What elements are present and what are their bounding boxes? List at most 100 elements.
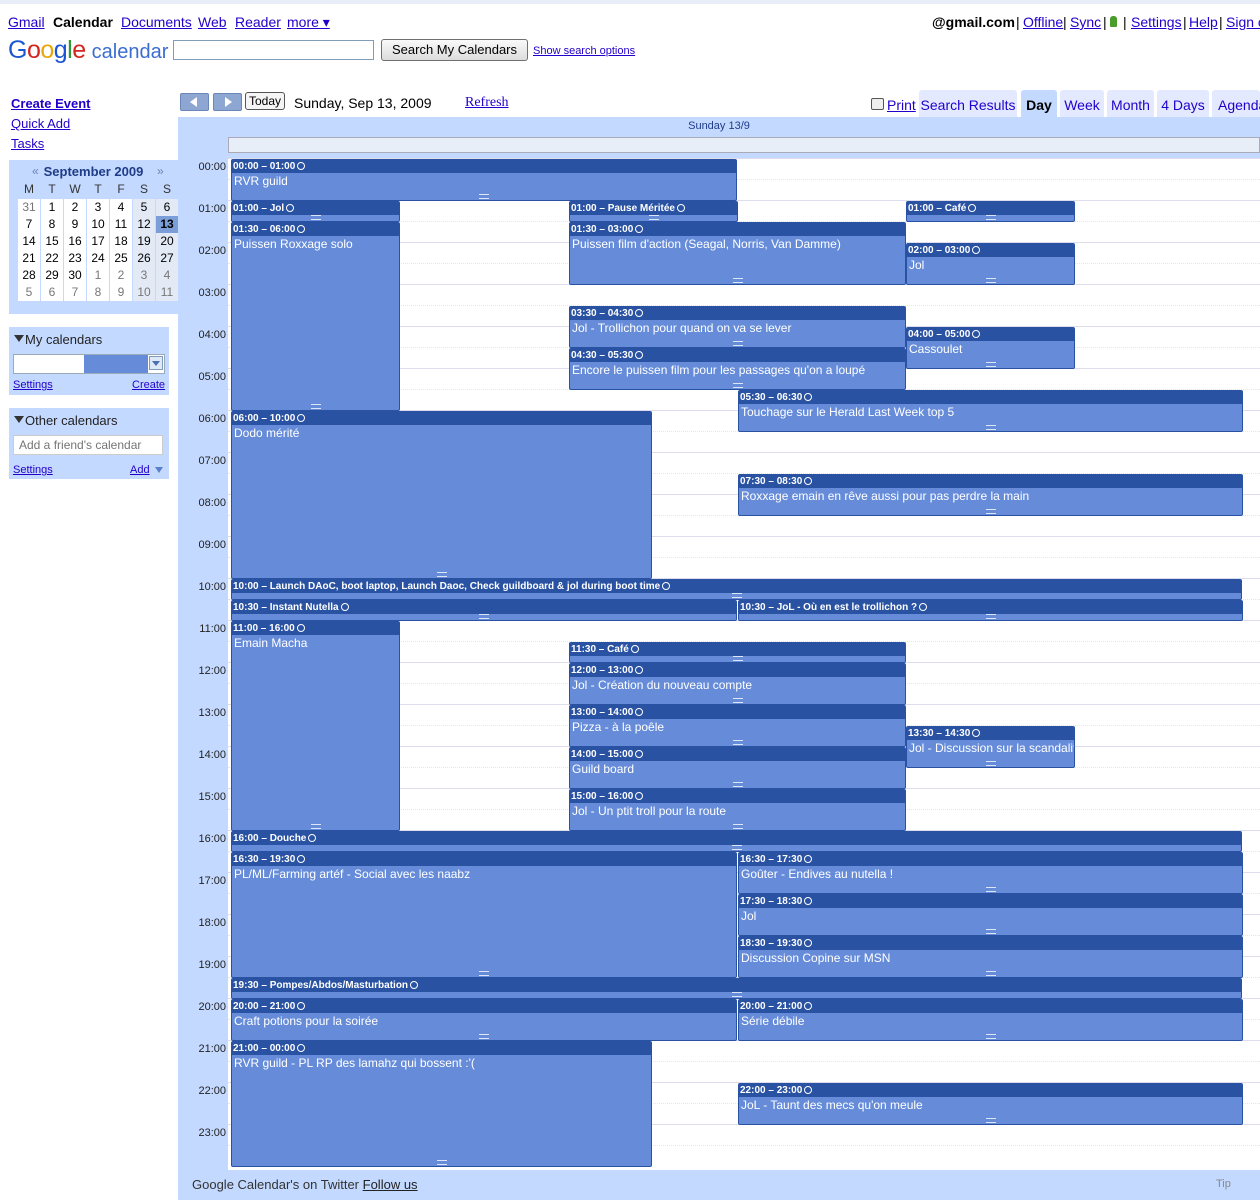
calendar-day[interactable]: 11 <box>110 216 132 233</box>
calendar-event[interactable]: 01:30 – 03:00 Puissen film d'action (Seag… <box>569 222 906 285</box>
calendar-event[interactable]: 16:30 – 19:30 PL/ML/Farming artéf - Socia… <box>231 852 737 978</box>
resize-handle-icon[interactable] <box>985 887 996 892</box>
calendar-day[interactable]: 22 <box>41 250 63 267</box>
google-calendar-logo[interactable]: Google calendar <box>8 36 168 65</box>
all-day-events-row[interactable] <box>228 137 1260 153</box>
calendar-event[interactable]: 18:30 – 19:30 Discussion Copine sur MSN <box>738 936 1243 978</box>
create-event-link[interactable]: Create Event <box>11 96 90 111</box>
resize-handle-icon[interactable] <box>648 215 659 220</box>
calendar-day[interactable]: 12 <box>133 216 155 233</box>
resize-handle-icon[interactable] <box>985 215 996 220</box>
calendar-list-item[interactable] <box>13 354 165 374</box>
calendar-day[interactable]: 29 <box>41 267 63 284</box>
calendar-day[interactable]: 1 <box>87 267 109 284</box>
tab-4-days[interactable]: 4 Days <box>1157 90 1209 117</box>
tab-day[interactable]: Day <box>1021 90 1057 117</box>
calendar-event[interactable]: 05:30 – 06:30 Touchage sur le Herald Last… <box>738 390 1243 432</box>
add-friend-calendar-input[interactable] <box>13 435 163 455</box>
calendar-day[interactable]: 21 <box>18 250 40 267</box>
calendar-event[interactable]: 06:00 – 10:00 Dodo mérité <box>231 411 652 579</box>
calendar-day[interactable]: 10 <box>133 284 155 301</box>
resize-handle-icon[interactable] <box>985 362 996 367</box>
calendar-event[interactable]: 16:00 – Douche <box>231 831 1242 852</box>
calendar-event[interactable]: 15:00 – 16:00 Jol - Un ptit troll pour la… <box>569 789 906 831</box>
calendar-day[interactable]: 23 <box>64 250 86 267</box>
add-calendar-link[interactable]: Add <box>130 464 150 476</box>
calendar-day[interactable]: 8 <box>41 216 63 233</box>
calendar-day[interactable]: 16 <box>64 233 86 250</box>
calendar-day[interactable]: 6 <box>41 284 63 301</box>
calendar-event[interactable]: 10:30 – JoL - Où en est le trollichon ? <box>738 600 1243 621</box>
calendar-day[interactable]: 3 <box>87 199 109 216</box>
sync-link[interactable]: Sync <box>1070 14 1101 30</box>
calendar-day[interactable]: 15 <box>41 233 63 250</box>
resize-handle-icon[interactable] <box>479 194 489 199</box>
search-input[interactable] <box>173 40 374 60</box>
tab-agenda[interactable]: Agenda <box>1212 90 1260 117</box>
resize-handle-icon[interactable] <box>732 656 743 661</box>
calendar-day[interactable]: 25 <box>110 250 132 267</box>
calendar-day[interactable]: 11 <box>156 284 178 301</box>
resize-handle-icon[interactable] <box>985 761 996 766</box>
resize-handle-icon[interactable] <box>479 971 489 976</box>
calendar-day[interactable]: 31 <box>18 199 40 216</box>
calendar-day[interactable]: 4 <box>156 267 178 284</box>
calendar-event[interactable]: 11:00 – 16:00 Emain Macha <box>231 621 400 831</box>
resize-handle-icon[interactable] <box>731 992 742 997</box>
calendar-day[interactable]: 2 <box>110 267 132 284</box>
day-grid[interactable]: 00:00 – 01:00 RVR guild 01:00 – Jol 01:00 –… <box>228 158 1260 1170</box>
calendar-day[interactable]: 20 <box>156 233 178 250</box>
help-link[interactable]: Help <box>1189 14 1218 30</box>
tab-week[interactable]: Week <box>1060 90 1104 117</box>
calendar-day[interactable]: 7 <box>18 216 40 233</box>
my-calendars-title[interactable]: My calendars <box>25 332 102 347</box>
resize-handle-icon[interactable] <box>732 341 743 346</box>
calendar-event[interactable]: 10:30 – Instant Nutella <box>231 600 737 621</box>
calendar-event[interactable]: 14:00 – 15:00 Guild board <box>569 747 906 789</box>
web-link[interactable]: Web <box>198 14 227 30</box>
resize-handle-icon[interactable] <box>310 404 321 409</box>
calendar-event[interactable]: 02:00 – 03:00 Jol <box>906 243 1075 285</box>
calendar-day[interactable]: 3 <box>133 267 155 284</box>
resize-handle-icon[interactable] <box>732 698 743 703</box>
calendar-day[interactable]: 9 <box>110 284 132 301</box>
calendar-event[interactable]: 07:30 – 08:30 Roxxage emain en rêve aussi… <box>738 474 1243 516</box>
tasks-link[interactable]: Tasks <box>11 136 44 151</box>
show-search-options-link[interactable]: Show search options <box>533 45 635 57</box>
calendar-day[interactable]: 30 <box>64 267 86 284</box>
calendar-day[interactable]: 2 <box>64 199 86 216</box>
calendar-day[interactable]: 4 <box>110 199 132 216</box>
gmail-link[interactable]: Gmail <box>8 14 45 30</box>
print-link[interactable]: Print <box>870 97 916 113</box>
resize-handle-icon[interactable] <box>985 509 996 514</box>
search-my-calendars-button[interactable]: Search My Calendars <box>381 39 528 61</box>
quick-add-link[interactable]: Quick Add <box>11 116 70 131</box>
calendar-event[interactable]: 01:30 – 06:00 Puissen Roxxage solo <box>231 222 400 411</box>
dropdown-arrow-icon[interactable] <box>149 356 163 370</box>
other-calendars-title[interactable]: Other calendars <box>25 413 118 428</box>
calendar-day[interactable]: 10 <box>87 216 109 233</box>
resize-handle-icon[interactable] <box>732 824 743 829</box>
calendar-event[interactable]: 21:00 – 00:00 RVR guild - PL RP des lamah… <box>231 1041 652 1167</box>
refresh-link[interactable]: Refresh <box>465 95 509 111</box>
sign-out-link[interactable]: Sign out <box>1226 14 1260 30</box>
next-month-button[interactable]: » <box>157 164 164 178</box>
documents-link[interactable]: Documents <box>121 14 192 30</box>
calendar-event[interactable]: 13:30 – 14:30 Jol - Discussion sur la sca… <box>906 726 1075 768</box>
resize-handle-icon[interactable] <box>310 824 321 829</box>
calendar-day[interactable]: 27 <box>156 250 178 267</box>
calendar-event[interactable]: 01:00 – Jol <box>231 201 400 222</box>
resize-handle-icon[interactable] <box>732 740 743 745</box>
calendar-event[interactable]: 10:00 – Launch DAoC, boot laptop, Launch… <box>231 579 1242 600</box>
calendar-day[interactable]: 5 <box>133 199 155 216</box>
calendar-day[interactable]: 26 <box>133 250 155 267</box>
calendar-event[interactable]: 16:30 – 17:30 Goûter - Endives au nutella… <box>738 852 1243 894</box>
create-calendar-link[interactable]: Create <box>132 379 165 391</box>
resize-handle-icon[interactable] <box>985 1118 996 1123</box>
resize-handle-icon[interactable] <box>731 593 742 598</box>
resize-handle-icon[interactable] <box>310 215 321 220</box>
next-day-button[interactable] <box>213 93 242 111</box>
add-dropdown-arrow-icon[interactable] <box>155 467 163 473</box>
calendar-day[interactable]: 7 <box>64 284 86 301</box>
offline-link[interactable]: Offline <box>1023 14 1063 30</box>
